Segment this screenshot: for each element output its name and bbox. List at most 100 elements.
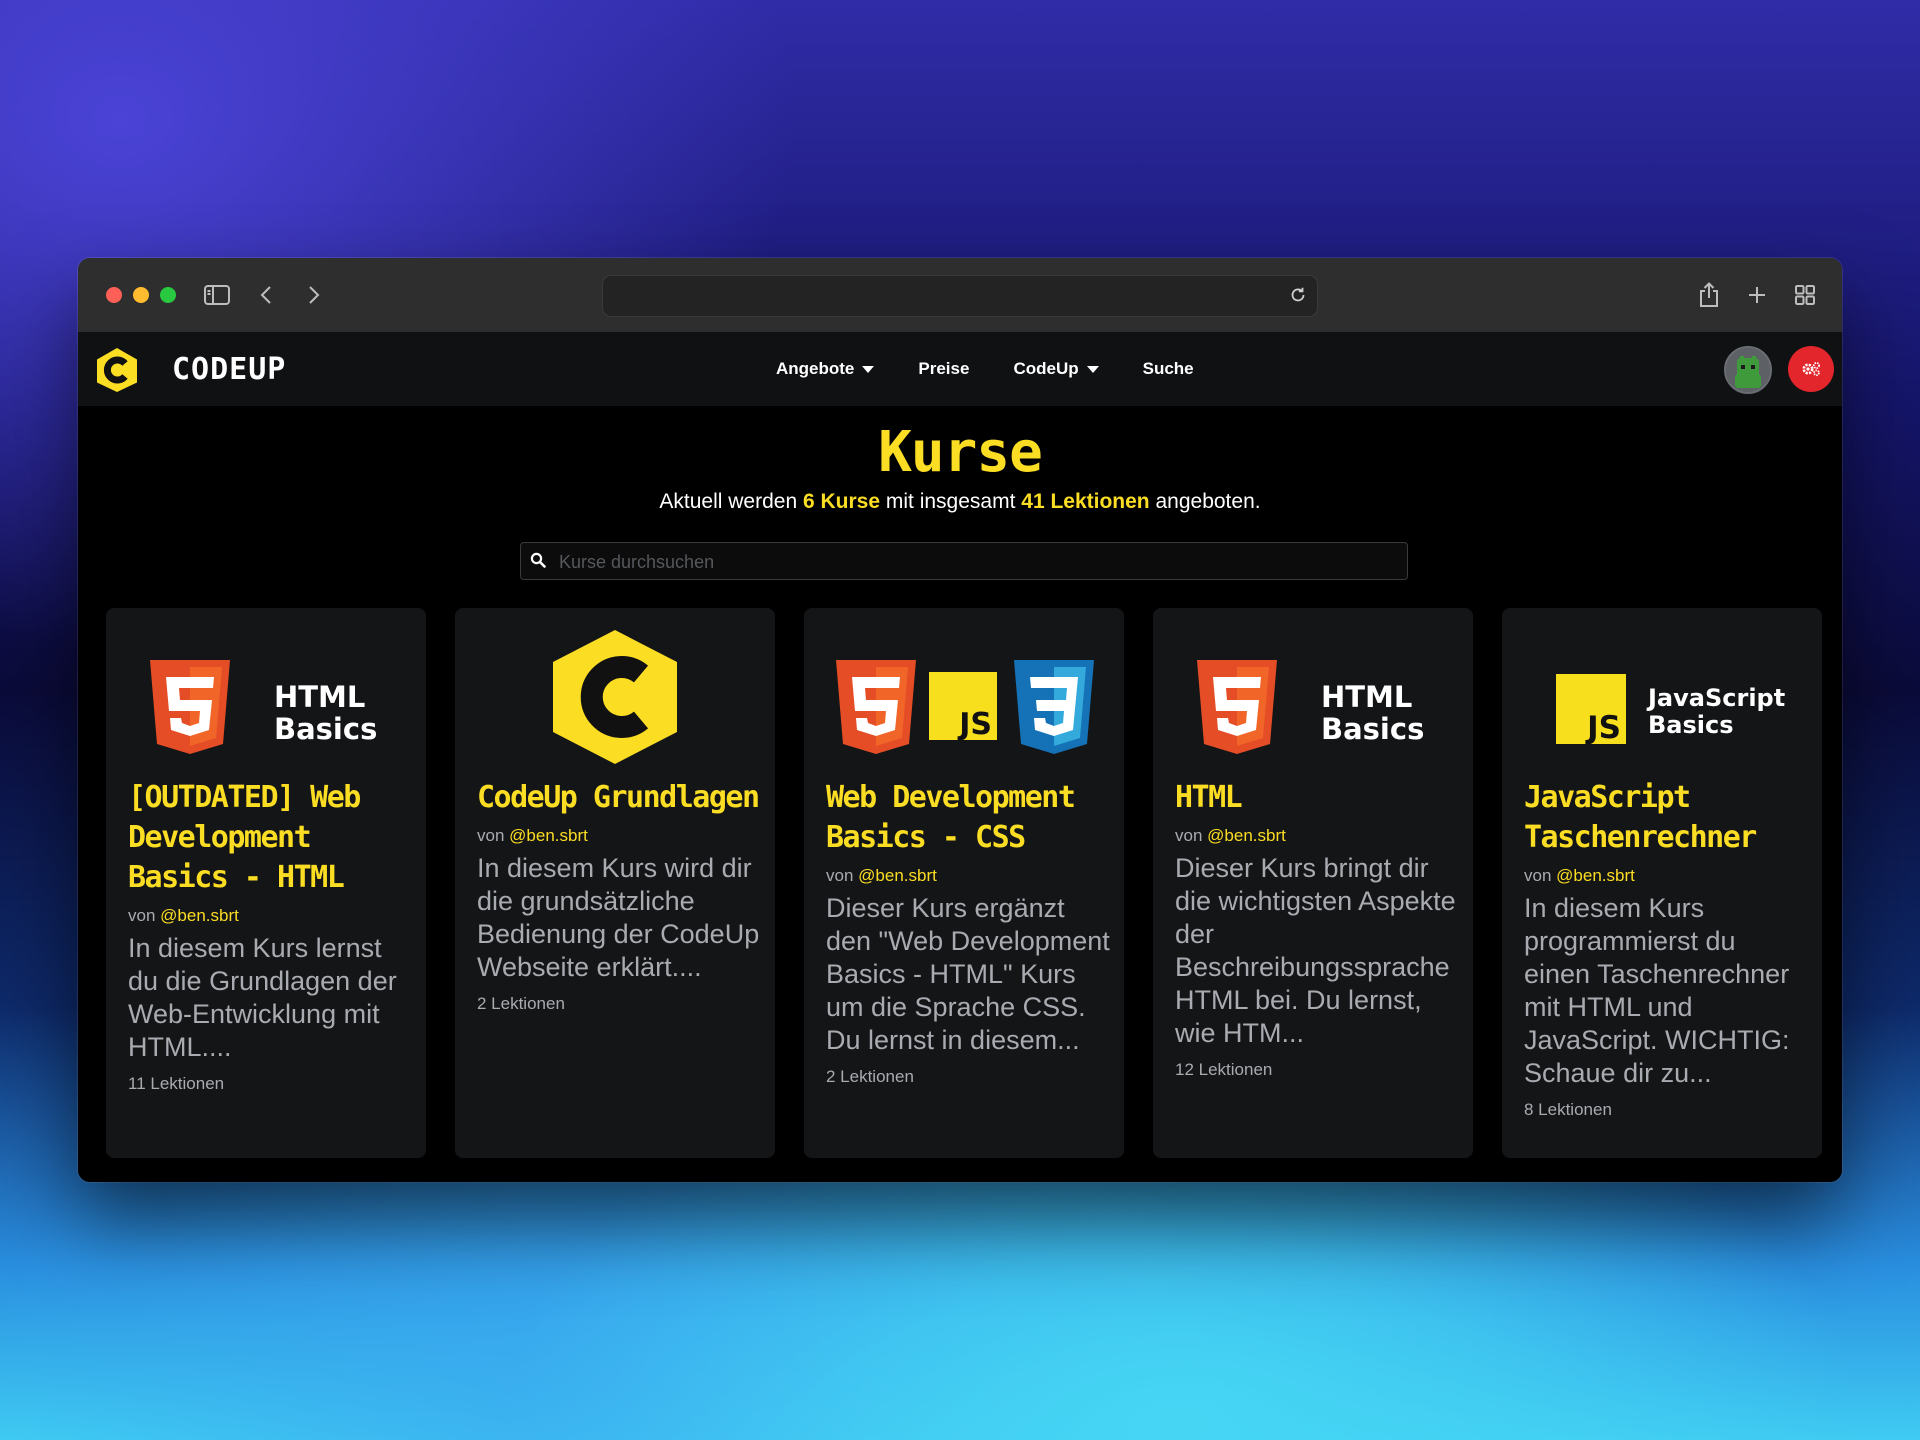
lesson-count: 12 Lektionen <box>1175 1060 1273 1079</box>
course-card[interactable]: JS Web Development Basics - CSS von @ben… <box>804 608 1124 1158</box>
author-link[interactable]: @ben.sbrt <box>509 826 588 845</box>
caret-down-icon <box>862 365 875 373</box>
author-prefix: von <box>477 826 505 845</box>
back-arrow-icon[interactable] <box>254 280 278 310</box>
forward-arrow-icon[interactable] <box>302 280 326 310</box>
gears-icon <box>1802 362 1820 377</box>
new-tab-plus-icon[interactable] <box>1744 280 1770 310</box>
javascript-thumbnail: JS JavaScript Basics <box>1556 674 1785 746</box>
author-link[interactable]: @ben.sbrt <box>858 866 937 885</box>
course-title[interactable]: JavaScript Taschenrechner <box>1524 778 1808 858</box>
lesson-count: 2 Lektionen <box>477 994 565 1013</box>
html5-logo-icon <box>836 660 916 754</box>
browser-window: CODEUP Angebote Preise CodeUp Suche Kurs… <box>78 258 1842 1182</box>
codeup-logo-icon <box>553 630 677 764</box>
author-prefix: von <box>1524 866 1552 885</box>
tab-overview-icon[interactable] <box>1792 280 1818 310</box>
course-description: In diesem Kurs lernst du die Grundlagen … <box>128 933 397 1062</box>
course-card[interactable]: HTML Basics [OUTDATED] Web Development B… <box>106 608 426 1158</box>
reload-icon[interactable] <box>1289 286 1307 309</box>
courses-page: Kurse Aktuell werden 6 Kurse mit insgesa… <box>78 406 1842 1182</box>
course-count: 6 Kurse <box>802 490 881 513</box>
thumb-label: HTML <box>1321 680 1412 714</box>
minimize-window-button[interactable] <box>133 287 149 303</box>
brand-name[interactable]: CODEUP <box>172 352 286 387</box>
author-link[interactable]: @ben.sbrt <box>160 906 239 925</box>
css3-logo-icon <box>1014 660 1094 754</box>
course-title[interactable]: [OUTDATED] Web Development Basics - HTML <box>128 778 412 898</box>
course-description: In diesem Kurs programmierst du einen Ta… <box>1524 893 1790 1088</box>
codeup-thumbnail <box>553 630 677 764</box>
html5-logo-icon <box>1197 660 1277 754</box>
course-grid: HTML Basics [OUTDATED] Web Development B… <box>106 608 1822 1158</box>
course-description: Dieser Kurs ergänzt den "Web Development… <box>826 893 1110 1055</box>
course-description: In diesem Kurs wird dir die grundsätzlic… <box>477 853 760 982</box>
course-card-body: CodeUp Grundlagen von @ben.sbrt In diese… <box>477 778 761 1014</box>
courses-summary: Aktuell werden 6 Kurse mit insgesamt 41 … <box>78 490 1842 514</box>
nav-item-label: Preise <box>918 359 970 378</box>
nav-item-label: CodeUp <box>1013 359 1079 378</box>
author-link[interactable]: @ben.sbrt <box>1207 826 1286 845</box>
lesson-count: 11 Lektionen <box>128 1074 225 1093</box>
html5-thumbnail: HTML Basics <box>1197 660 1424 754</box>
course-card-body: HTML von @ben.sbrt Dieser Kurs bringt di… <box>1175 778 1459 1080</box>
summary-text: Aktuell werden <box>659 490 798 513</box>
thumb-label: HTML <box>274 680 365 714</box>
course-title[interactable]: CodeUp Grundlagen <box>477 778 761 818</box>
author-prefix: von <box>826 866 854 885</box>
main-nav: Angebote Preise CodeUp Suche <box>776 332 1238 406</box>
course-description: Dieser Kurs bringt dir die wichtigsten A… <box>1175 853 1456 1048</box>
address-bar[interactable] <box>602 275 1318 317</box>
search-icon <box>530 552 546 573</box>
course-card-body: JavaScript Taschenrechner von @ben.sbrt … <box>1524 778 1808 1120</box>
html5-thumbnail: HTML Basics <box>150 660 377 754</box>
nav-item-label: Angebote <box>776 359 855 378</box>
html5-logo-icon <box>150 660 230 754</box>
nav-item-preise[interactable]: Preise <box>918 359 969 379</box>
summary-text: mit insgesamt <box>885 490 1016 513</box>
html-js-css-thumbnail: JS <box>836 660 1094 754</box>
nav-item-codeup[interactable]: CodeUp <box>1013 359 1099 379</box>
zoom-window-button[interactable] <box>160 287 176 303</box>
share-icon[interactable] <box>1696 280 1722 310</box>
course-title[interactable]: Web Development Basics - CSS <box>826 778 1110 858</box>
author-prefix: von <box>128 906 156 925</box>
author-link[interactable]: @ben.sbrt <box>1556 866 1635 885</box>
course-author: von @ben.sbrt <box>477 826 761 846</box>
course-card-body: [OUTDATED] Web Development Basics - HTML… <box>128 778 412 1094</box>
course-author: von @ben.sbrt <box>128 906 412 926</box>
course-title[interactable]: HTML <box>1175 778 1459 818</box>
course-card[interactable]: HTML Basics HTML von @ben.sbrt Dieser Ku… <box>1153 608 1473 1158</box>
js-logo-text: JS <box>1585 710 1621 746</box>
caret-down-icon <box>1086 365 1099 373</box>
js-logo-text: JS <box>957 707 992 742</box>
author-prefix: von <box>1175 826 1203 845</box>
admin-settings-button[interactable] <box>1788 346 1834 392</box>
javascript-logo-icon: JS <box>1556 674 1626 746</box>
course-author: von @ben.sbrt <box>1524 866 1808 886</box>
nav-item-suche[interactable]: Suche <box>1143 359 1194 379</box>
course-search <box>520 542 1408 581</box>
nav-item-angebote[interactable]: Angebote <box>776 359 875 379</box>
course-card[interactable]: CodeUp Grundlagen von @ben.sbrt In diese… <box>455 608 775 1158</box>
search-input[interactable] <box>557 543 1401 581</box>
course-card[interactable]: JS JavaScript Basics JavaScript Taschenr… <box>1502 608 1822 1158</box>
browser-toolbar <box>78 258 1842 333</box>
lesson-count: 41 Lektionen <box>1021 490 1150 513</box>
lesson-count: 2 Lektionen <box>826 1067 914 1086</box>
thumb-label: Basics <box>1648 711 1734 739</box>
close-window-button[interactable] <box>106 287 122 303</box>
site-navbar: CODEUP Angebote Preise CodeUp Suche <box>78 332 1842 406</box>
thumb-label: JavaScript <box>1646 684 1785 712</box>
course-author: von @ben.sbrt <box>826 866 1110 886</box>
nav-item-label: Suche <box>1142 359 1194 378</box>
user-avatar[interactable] <box>1724 346 1772 394</box>
sidebar-toggle-icon[interactable] <box>202 280 232 310</box>
thumb-label: Basics <box>1321 712 1424 746</box>
javascript-logo-icon: JS <box>929 672 997 742</box>
summary-text: angeboten. <box>1155 490 1261 513</box>
thumb-label: Basics <box>274 712 377 746</box>
course-card-body: Web Development Basics - CSS von @ben.sb… <box>826 778 1110 1087</box>
codeup-logo-icon[interactable] <box>94 346 140 399</box>
course-author: von @ben.sbrt <box>1175 826 1459 846</box>
